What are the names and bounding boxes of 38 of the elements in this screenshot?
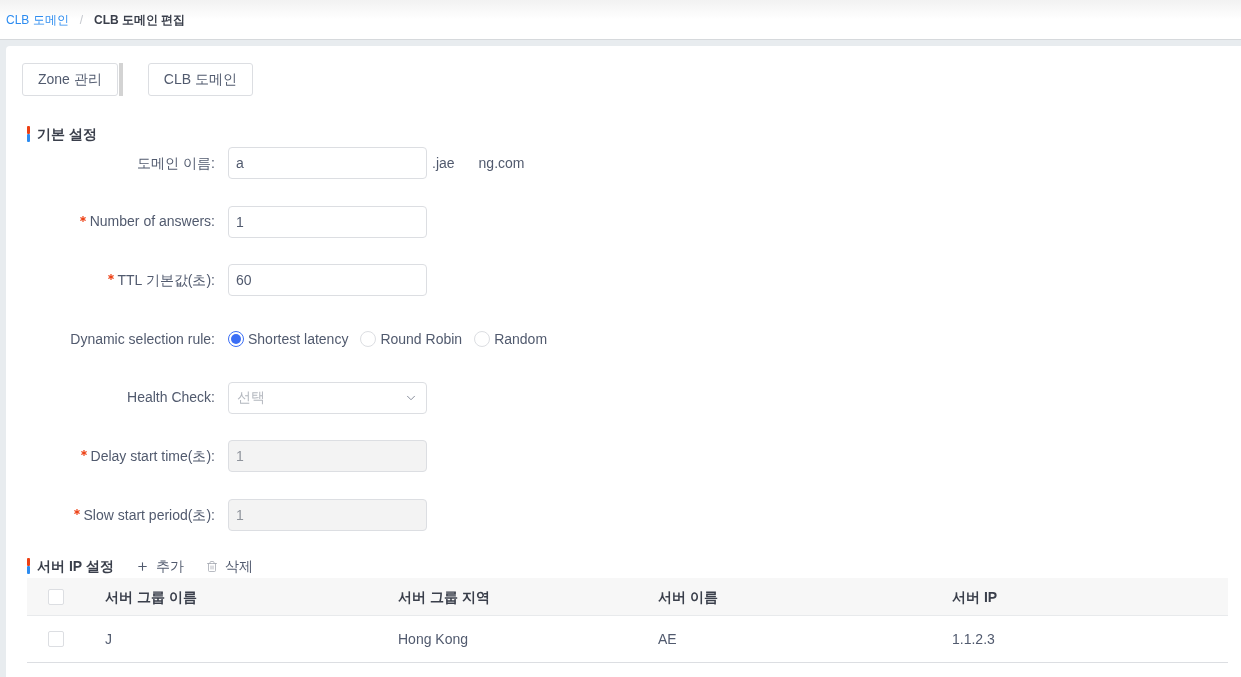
domain-suffix: ng.com — [478, 153, 525, 173]
field-label: 도메인 이름: — [137, 153, 215, 173]
column-header: 서버 그룹 지역 — [398, 588, 490, 605]
breadcrumb-link[interactable]: CLB 도메인 — [6, 10, 69, 29]
table-cell: J — [105, 631, 112, 648]
text-field[interactable]: 60 — [228, 264, 427, 297]
field-label: Slow start period(초): — [83, 505, 215, 525]
text-field[interactable]: a — [228, 147, 427, 179]
nav-button[interactable]: Zone 관리 — [22, 63, 118, 96]
table-cell: 1.1.2.3 — [952, 631, 995, 648]
radio-option[interactable]: Shortest latency — [228, 328, 349, 350]
breadcrumb-current: CLB 도메인 편집 — [94, 11, 186, 29]
breadcrumb-separator: / — [79, 11, 84, 29]
radio-option[interactable]: Round Robin — [360, 328, 463, 350]
delete-button[interactable]: 삭제 — [205, 555, 253, 577]
trash-icon — [205, 559, 218, 573]
checkbox[interactable] — [48, 588, 64, 605]
field-label: Delay start time(초): — [90, 446, 215, 466]
column-header: 서버 그룹 이름 — [105, 588, 197, 605]
section-marker-icon — [27, 558, 30, 575]
table-cell: AE — [658, 631, 677, 648]
radio-option[interactable]: Random — [474, 328, 548, 350]
nav-button[interactable]: CLB 도메인 — [147, 63, 253, 96]
plus-icon — [135, 559, 149, 573]
column-header: 서버 IP — [952, 588, 998, 605]
column-header: 서버 이름 — [658, 588, 718, 605]
section-title: 기본 설정 — [37, 124, 97, 144]
checkbox[interactable] — [48, 631, 64, 648]
section-title: 서버 IP 설정 — [37, 556, 114, 576]
domain-suffix: .jae — [432, 153, 455, 173]
field-label: Dynamic selection rule: — [70, 329, 215, 349]
field-label: Number of answers: — [89, 212, 215, 232]
section-marker-icon — [27, 126, 30, 142]
text-field[interactable]: 1 — [228, 205, 427, 238]
field-label: TTL 기본값(초): — [117, 270, 215, 290]
field-label: Health Check: — [127, 388, 215, 408]
table-cell: Hong Kong — [398, 631, 469, 648]
add-button[interactable]: 추가 — [135, 555, 184, 577]
